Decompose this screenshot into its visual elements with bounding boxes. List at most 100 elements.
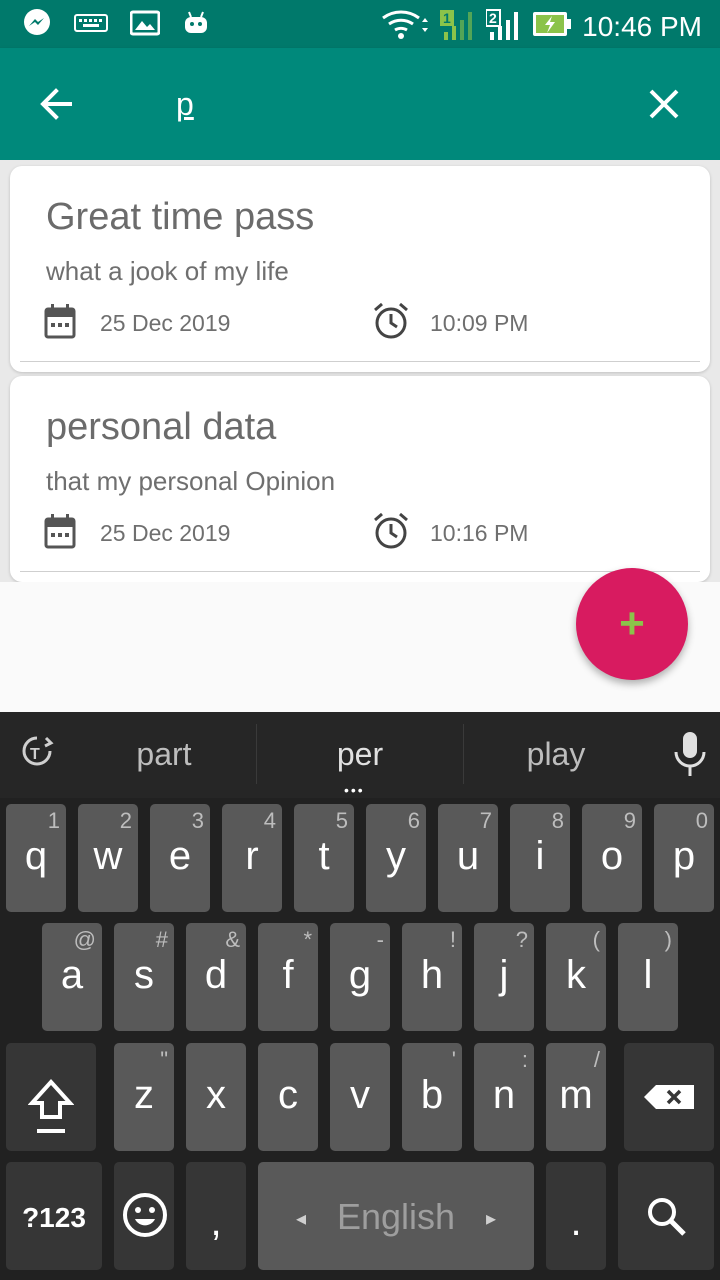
key-p[interactable]: 0p [654, 804, 714, 912]
add-note-button[interactable]: + [576, 568, 688, 680]
key-s[interactable]: # s [114, 923, 174, 1031]
key-label: u [456, 834, 480, 878]
key-w[interactable]: 2w [78, 804, 138, 912]
key-t[interactable]: 5t [294, 804, 354, 912]
note-card[interactable]: personal data that my personal Opinion 2… [10, 376, 710, 582]
suggestion-bar: T part per play ••• [0, 712, 720, 798]
key-f[interactable]: * f [258, 923, 318, 1031]
key-v[interactable]: v [330, 1043, 390, 1151]
key-hint: 0 [695, 808, 708, 833]
key-label: s [134, 953, 154, 997]
battery-charging-icon [532, 9, 572, 44]
key-label: k [566, 953, 586, 997]
key-label: c [278, 1073, 298, 1117]
status-bar: 1 2 10:46 PM [0, 0, 720, 48]
key-a[interactable]: @ a [42, 923, 102, 1031]
note-card[interactable]: Great time pass what a jook of my life 2… [10, 166, 710, 372]
key-d[interactable]: & d [186, 923, 246, 1031]
divider [20, 571, 700, 572]
key-hint: @ [73, 927, 96, 952]
key-hint: 9 [623, 808, 636, 833]
key-r[interactable]: 4r [222, 804, 282, 912]
key-label: g [348, 953, 372, 997]
key-hint: ) [664, 927, 672, 952]
key-n[interactable]: :n [474, 1043, 534, 1151]
key-label: x [206, 1073, 226, 1117]
key-hint: * [303, 927, 312, 952]
system-icons: 1 2 10:46 PM [380, 6, 702, 47]
key-hint: ( [592, 927, 600, 952]
key-label: ?123 [22, 1202, 86, 1233]
period-key[interactable]: . [546, 1162, 606, 1270]
space-bar[interactable]: ◂ English ▸ [258, 1162, 534, 1270]
search-app-bar: p [0, 48, 720, 160]
key-l[interactable]: ) l [618, 923, 678, 1031]
notes-list: Great time pass what a jook of my life 2… [0, 160, 720, 582]
back-button[interactable] [24, 72, 88, 136]
clear-search-button[interactable] [632, 72, 696, 136]
svg-text:2: 2 [489, 10, 497, 26]
shift-arrow-icon [28, 1079, 74, 1133]
note-description: that my personal Opinion [46, 466, 336, 496]
alarm-clock-icon [374, 302, 408, 339]
key-h[interactable]: ! h [402, 923, 462, 1031]
key-o[interactable]: 9o [582, 804, 642, 912]
suggestion-3[interactable]: play [456, 736, 656, 773]
key-hint: " [160, 1047, 168, 1072]
key-hint: 7 [479, 808, 492, 833]
more-suggestions-indicator[interactable]: ••• [344, 782, 365, 798]
key-hint: 2 [119, 808, 132, 833]
backspace-key[interactable] [624, 1043, 714, 1151]
android-icon [182, 9, 210, 42]
search-key[interactable] [618, 1162, 714, 1270]
key-hint: 8 [551, 808, 564, 833]
key-c[interactable]: c [258, 1043, 318, 1151]
key-z[interactable]: " z [114, 1043, 174, 1151]
shift-key[interactable] [6, 1043, 96, 1151]
key-label: q [24, 834, 48, 878]
key-label: l [643, 953, 653, 997]
key-hint: 6 [407, 808, 420, 833]
signal-sim2-icon: 2 [485, 6, 522, 47]
key-label: r [245, 834, 259, 878]
note-time: 10:09 PM [430, 310, 529, 336]
key-e[interactable]: 3e [150, 804, 210, 912]
messenger-icon [22, 8, 52, 43]
key-hint: 1 [47, 808, 60, 833]
key-i[interactable]: 8i [510, 804, 570, 912]
key-g[interactable]: -g [330, 923, 390, 1031]
note-time: 10:16 PM [430, 520, 529, 546]
search-input[interactable]: p [176, 86, 194, 123]
key-label: m [559, 1073, 593, 1117]
key-j[interactable]: ? j [474, 923, 534, 1031]
backspace-icon [644, 1085, 694, 1109]
key-hint: & [225, 927, 240, 952]
key-y[interactable]: 6y [366, 804, 426, 912]
key-label: z [134, 1073, 154, 1117]
key-u[interactable]: 7u [438, 804, 498, 912]
alarm-clock-icon [374, 512, 408, 549]
key-m[interactable]: / m [546, 1043, 606, 1151]
key-label: p [672, 834, 696, 878]
key-b[interactable]: ' b [402, 1043, 462, 1151]
comma-key[interactable]: , [186, 1162, 246, 1270]
symbols-key[interactable]: ?123 [6, 1162, 102, 1270]
wifi-icon [380, 6, 430, 47]
key-label: y [386, 834, 406, 878]
soft-keyboard: T part per play ••• 1q 2w 3e 4r 5t 6y 7u… [0, 712, 720, 1280]
key-label: i [535, 834, 545, 878]
note-description: what a jook of my life [46, 256, 289, 286]
key-label: . [570, 1200, 582, 1244]
key-label: f [282, 953, 294, 997]
key-x[interactable]: x [186, 1043, 246, 1151]
suggestion-1[interactable]: part [64, 736, 264, 773]
emoji-key[interactable] [114, 1162, 174, 1270]
key-q[interactable]: 1q [6, 804, 66, 912]
key-k[interactable]: (k [546, 923, 606, 1031]
translate-icon[interactable]: T [20, 734, 54, 774]
key-label: o [600, 834, 624, 878]
microphone-icon[interactable] [672, 730, 708, 780]
suggestion-2[interactable]: per [260, 736, 460, 773]
key-label: h [420, 953, 444, 997]
screen: 1 2 10:46 PM p Great time pass what a jo… [0, 0, 720, 1280]
